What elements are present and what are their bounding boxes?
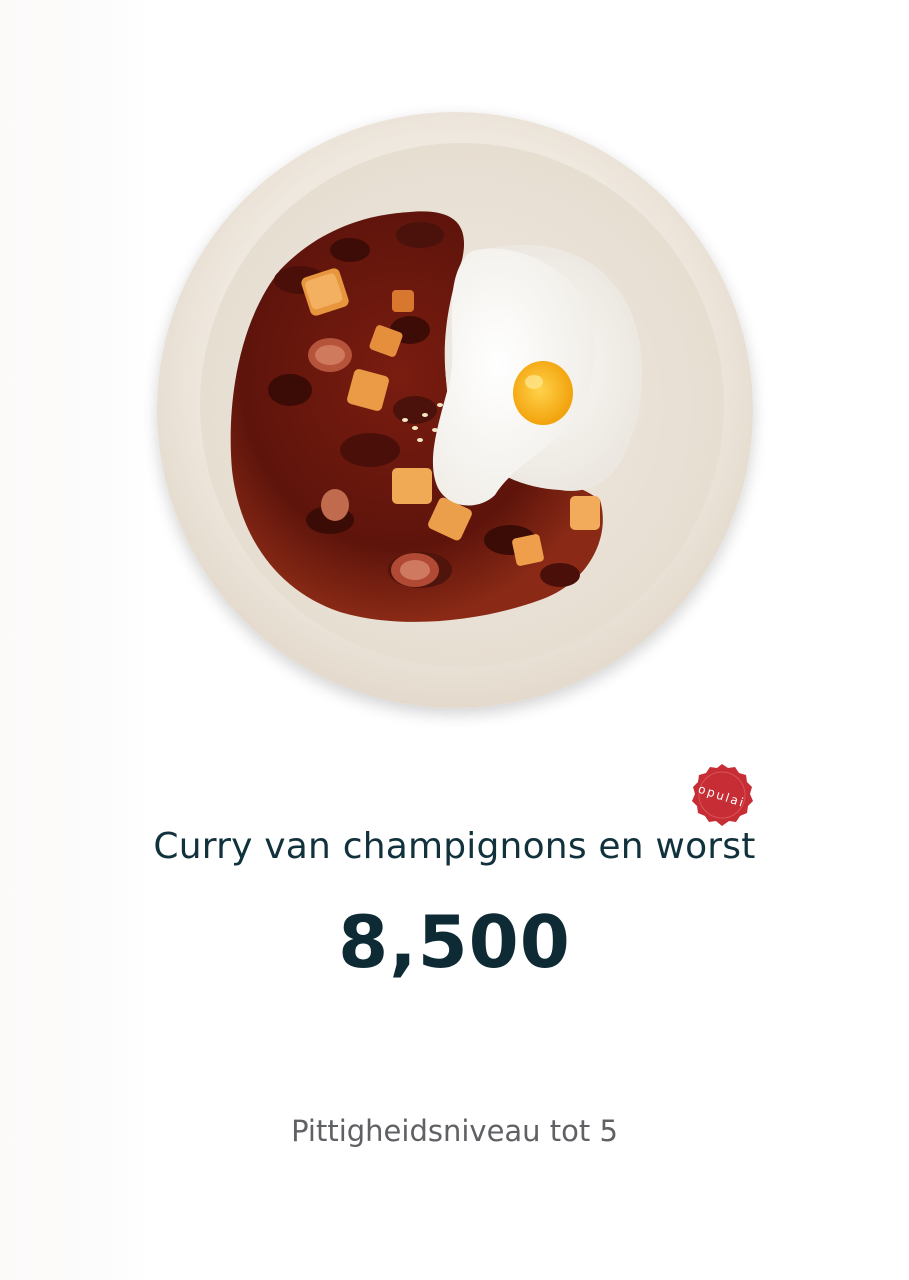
dish-photo	[0, 0, 909, 730]
brand-badge: opulai	[692, 764, 753, 826]
dish-price: 8,500	[338, 900, 571, 984]
egg-yolk	[513, 361, 573, 425]
spice-level-note: Pittigheidsniveau tot 5	[291, 1114, 618, 1148]
dish-title: Curry van champignons en worst	[153, 826, 756, 867]
food-plate-photo	[157, 112, 753, 708]
